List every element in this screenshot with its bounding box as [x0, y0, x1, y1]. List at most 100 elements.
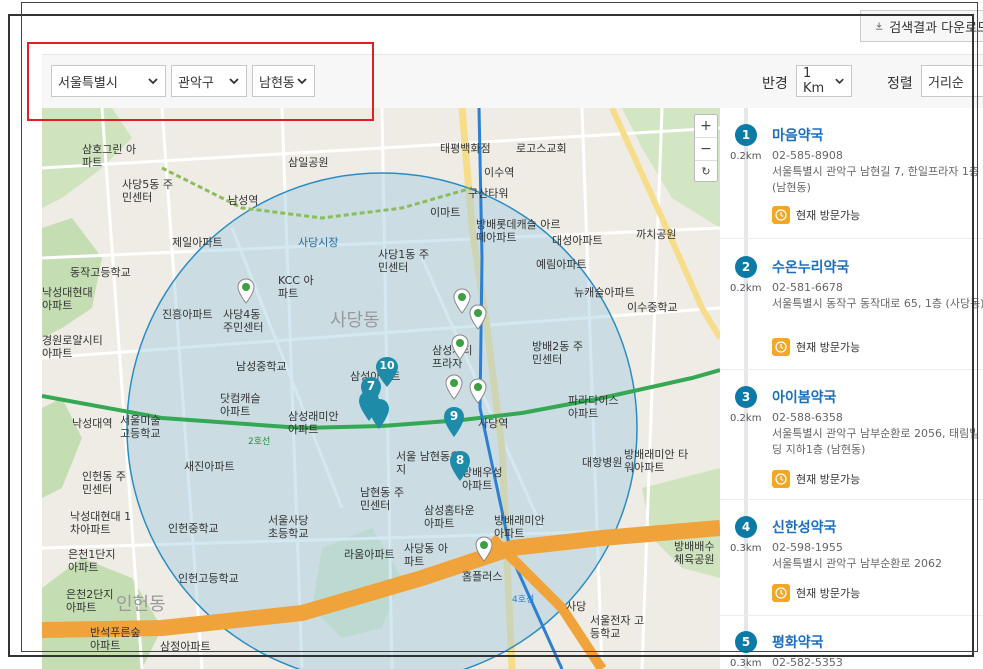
phone: 02-581-6678 — [772, 281, 843, 294]
result-marker-8[interactable]: 8 — [449, 450, 471, 482]
city-select[interactable]: 서울특별시 — [51, 65, 166, 97]
map-label: 새진아파트 — [184, 460, 235, 473]
map-label: 낙성대현대 1차아파트 — [70, 510, 132, 536]
sort-label: 정렬 — [887, 76, 913, 92]
pharmacy-pin-icon[interactable] — [445, 374, 463, 400]
address: 서울특별시 동작구 동작대로 65, 1층 (사당동) — [772, 297, 983, 310]
pharmacy-pin-icon[interactable] — [451, 334, 469, 360]
map-label: 사당 — [566, 600, 587, 613]
district-select[interactable]: 관악구 — [171, 65, 247, 97]
map-label: 서울사당 초등학교 — [268, 514, 309, 540]
map-label: 파라다이스 아파트 — [568, 394, 619, 420]
map-label: 사당시장 — [298, 236, 339, 249]
sort-select-value: 거리순 — [928, 75, 964, 91]
chevron-down-icon — [229, 78, 239, 85]
distance: 0.2km — [730, 283, 762, 294]
phone: 02-598-1955 — [772, 541, 843, 554]
map-label: 닷컴캐슬 아파트 — [220, 392, 261, 418]
radius-select[interactable]: 1 Km — [796, 65, 852, 97]
map-label: 이수역 — [484, 166, 515, 179]
map-label: 반석푸른숲 아파트 — [90, 626, 141, 652]
map-label: 대항병원 — [582, 456, 623, 469]
map-view[interactable]: 삼호그린 아파트 사당5동 주민센터 남성역 삼일공원 태평백화점 이수역 로고… — [42, 108, 720, 669]
phone: 02-588-6358 — [772, 411, 843, 424]
pharmacy-name-link[interactable]: 평화약국 — [772, 632, 824, 652]
pharmacy-pin-icon[interactable] — [469, 378, 487, 404]
clock-icon — [772, 584, 790, 602]
address: 서울특별시 관악구 남부순환로 2062 — [772, 557, 943, 570]
chevron-down-icon — [148, 78, 158, 85]
pharmacy-pin-icon[interactable] — [475, 536, 493, 562]
visit-status-text: 현재 방문가능 — [796, 341, 861, 354]
results-list: 1 마음약국 0.2km 02-585-8908 서울특별시 관악구 남현길 7… — [720, 108, 983, 669]
visit-status: 현재 방문가능 — [772, 584, 860, 602]
divider — [720, 615, 983, 616]
map-label: 사당1동 주민센터 — [378, 248, 429, 274]
visit-status-text: 현재 방문가능 — [796, 209, 861, 222]
sort-select[interactable]: 거리순 — [921, 65, 983, 97]
visit-status: 현재 방문가능 — [772, 206, 860, 224]
distance: 0.2km — [730, 151, 762, 162]
map-label: 예림아파트 — [536, 258, 587, 271]
map-label: KCC 아파트 — [278, 274, 314, 300]
map-label: 서울전자 고등학교 — [590, 614, 645, 640]
map-label: 홈플러스 — [462, 570, 503, 583]
map-label: 제일아파트 — [172, 236, 223, 249]
map-label: 태평백화점 — [440, 142, 491, 155]
phone: 02-585-8908 — [772, 149, 843, 162]
dong-select-value: 남현동 — [259, 75, 295, 91]
result-marker-10[interactable]: 10 — [375, 356, 399, 388]
map-label: 경원로얄시티 아파트 — [42, 334, 103, 360]
pharmacy-name-link[interactable]: 수온누리약국 — [772, 257, 849, 277]
address: 서울특별시 관악구 남현길 7, 한일프라자 1층 (남현동) — [772, 165, 980, 194]
download-results-button[interactable]: 검색결과 다운로드 — [860, 10, 983, 42]
pharmacy-pin-icon[interactable] — [469, 304, 487, 330]
divider — [720, 238, 983, 239]
map-label: 방배배수 체육공원 — [674, 540, 715, 566]
map-label: 사당동 — [330, 310, 380, 331]
map-label: 낙성대현대 아파트 — [42, 286, 93, 312]
dong-select[interactable]: 남현동 — [252, 65, 315, 97]
map-label: 남성역 — [228, 194, 259, 207]
visit-status-text: 현재 방문가능 — [796, 587, 861, 600]
map-label: 서울미술 고등학교 — [120, 414, 161, 440]
pharmacy-pin-icon[interactable] — [237, 278, 255, 304]
map-label: 방배래미안 타워아파트 — [624, 448, 689, 474]
radius-label: 반경 — [762, 76, 788, 92]
result-number-badge: 3 — [735, 386, 757, 408]
chevron-down-icon — [835, 78, 844, 85]
distance: 0.3km — [730, 658, 762, 669]
visit-status: 현재 방문가능 — [772, 338, 860, 356]
map-label: 삼성래미안 아파트 — [288, 410, 339, 436]
map-label: 남성중학교 — [236, 360, 287, 373]
pharmacy-name-link[interactable]: 마음약국 — [772, 125, 824, 145]
district-select-value: 관악구 — [178, 75, 214, 91]
map-label: 인헌중학교 — [168, 522, 219, 535]
visit-status: 현재 방문가능 — [772, 470, 860, 488]
distance: 0.3km — [730, 543, 762, 554]
zoom-in-button[interactable]: + — [695, 115, 717, 137]
map-label: 4호선 — [512, 595, 535, 605]
map-label: 사당4동 주민센터 — [223, 308, 264, 334]
map-label: 까치공원 — [636, 228, 677, 241]
map-label: 뉴캐슬아파트 — [574, 286, 635, 299]
map-label: 대성아파트 — [552, 234, 603, 247]
result-marker-9[interactable]: 9 — [443, 406, 465, 438]
zoom-out-button[interactable]: − — [695, 137, 717, 160]
visit-status-text: 현재 방문가능 — [796, 473, 861, 486]
pharmacy-name-link[interactable]: 아이봄약국 — [772, 387, 836, 407]
result-number-badge: 2 — [735, 256, 757, 278]
map-label: 로고스교회 — [516, 142, 567, 155]
map-label: 방배2동 주민센터 — [532, 340, 583, 366]
map-label: 사당동 아파트 — [404, 542, 448, 568]
address: 서울특별시 관악구 남부순환로 2056, 태림빌딩 지하1층 (남현동) — [772, 427, 980, 456]
reset-view-button[interactable]: ↻ — [695, 160, 717, 183]
pharmacy-name-link[interactable]: 신한성약국 — [772, 517, 836, 537]
clock-icon — [772, 206, 790, 224]
marker-number: 9 — [449, 409, 459, 423]
map-label: 인헌동 주민센터 — [82, 470, 126, 496]
map-label: 인헌동 — [116, 594, 166, 615]
map-label: 2호선 — [248, 437, 271, 447]
clock-icon — [772, 338, 790, 356]
result-number-badge: 5 — [735, 631, 757, 653]
